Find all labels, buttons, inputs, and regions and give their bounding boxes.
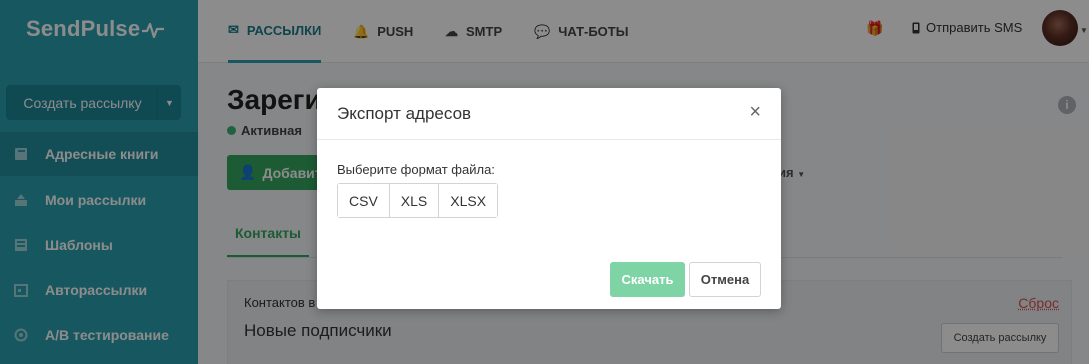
modal-title: Экспорт адресов [337, 104, 472, 123]
export-modal: Экспорт адресов × Выберите формат файла:… [317, 88, 781, 309]
cancel-button[interactable]: Отмена [689, 262, 761, 297]
format-xlsx-button[interactable]: XLSX [438, 184, 498, 217]
format-csv-button[interactable]: CSV [338, 184, 389, 217]
modal-header: Экспорт адресов × [317, 88, 781, 140]
close-icon[interactable]: × [749, 102, 761, 122]
format-button-group: CSV XLS XLSX [337, 183, 499, 218]
format-xls-button[interactable]: XLS [388, 184, 439, 217]
format-label: Выберите формат файла: [337, 162, 495, 177]
download-button[interactable]: Скачать [610, 262, 685, 297]
